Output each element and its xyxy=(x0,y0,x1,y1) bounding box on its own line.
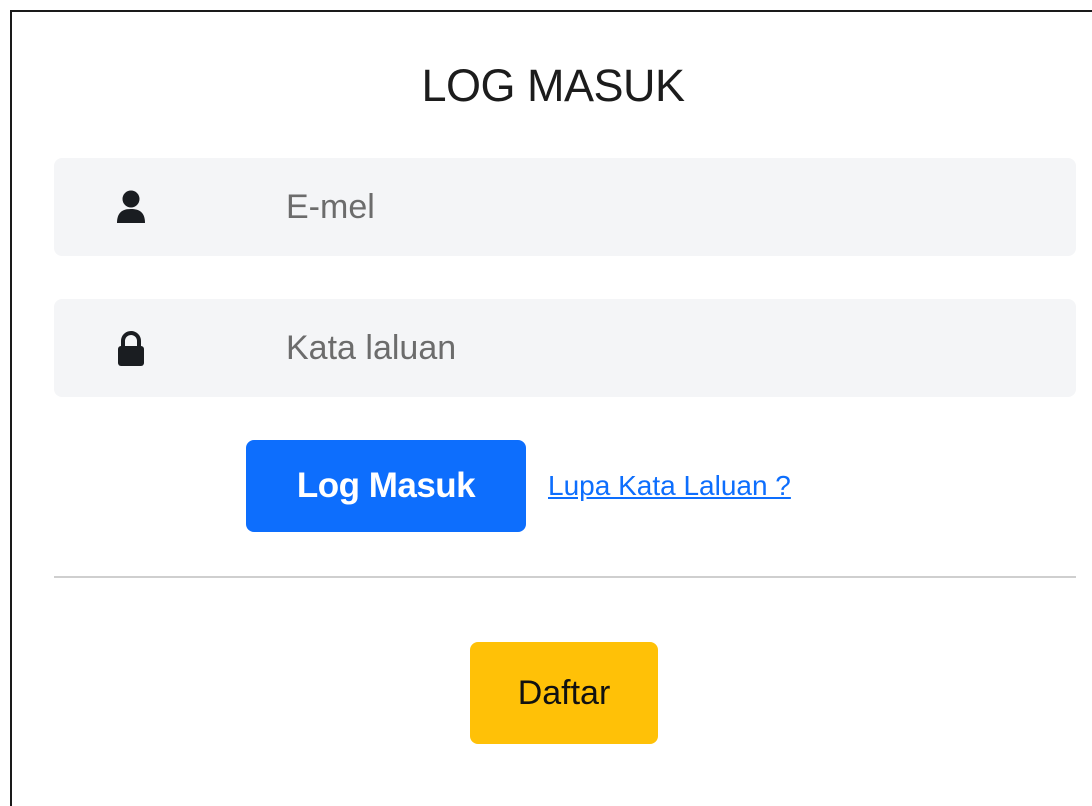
register-button[interactable]: Daftar xyxy=(470,642,658,744)
divider xyxy=(54,576,1076,578)
lock-icon xyxy=(116,331,146,366)
forgot-password-link[interactable]: Lupa Kata Laluan ? xyxy=(548,470,791,502)
user-icon xyxy=(116,190,146,224)
password-field[interactable] xyxy=(54,299,1076,397)
page-title: LOG MASUK xyxy=(421,60,685,111)
email-input[interactable] xyxy=(286,158,1046,256)
email-field[interactable] xyxy=(54,158,1076,256)
login-button[interactable]: Log Masuk xyxy=(246,440,526,532)
password-input[interactable] xyxy=(286,299,1046,397)
login-card: LOG MASUK Log Masuk Lupa Kata Laluan ? D… xyxy=(10,10,1092,806)
